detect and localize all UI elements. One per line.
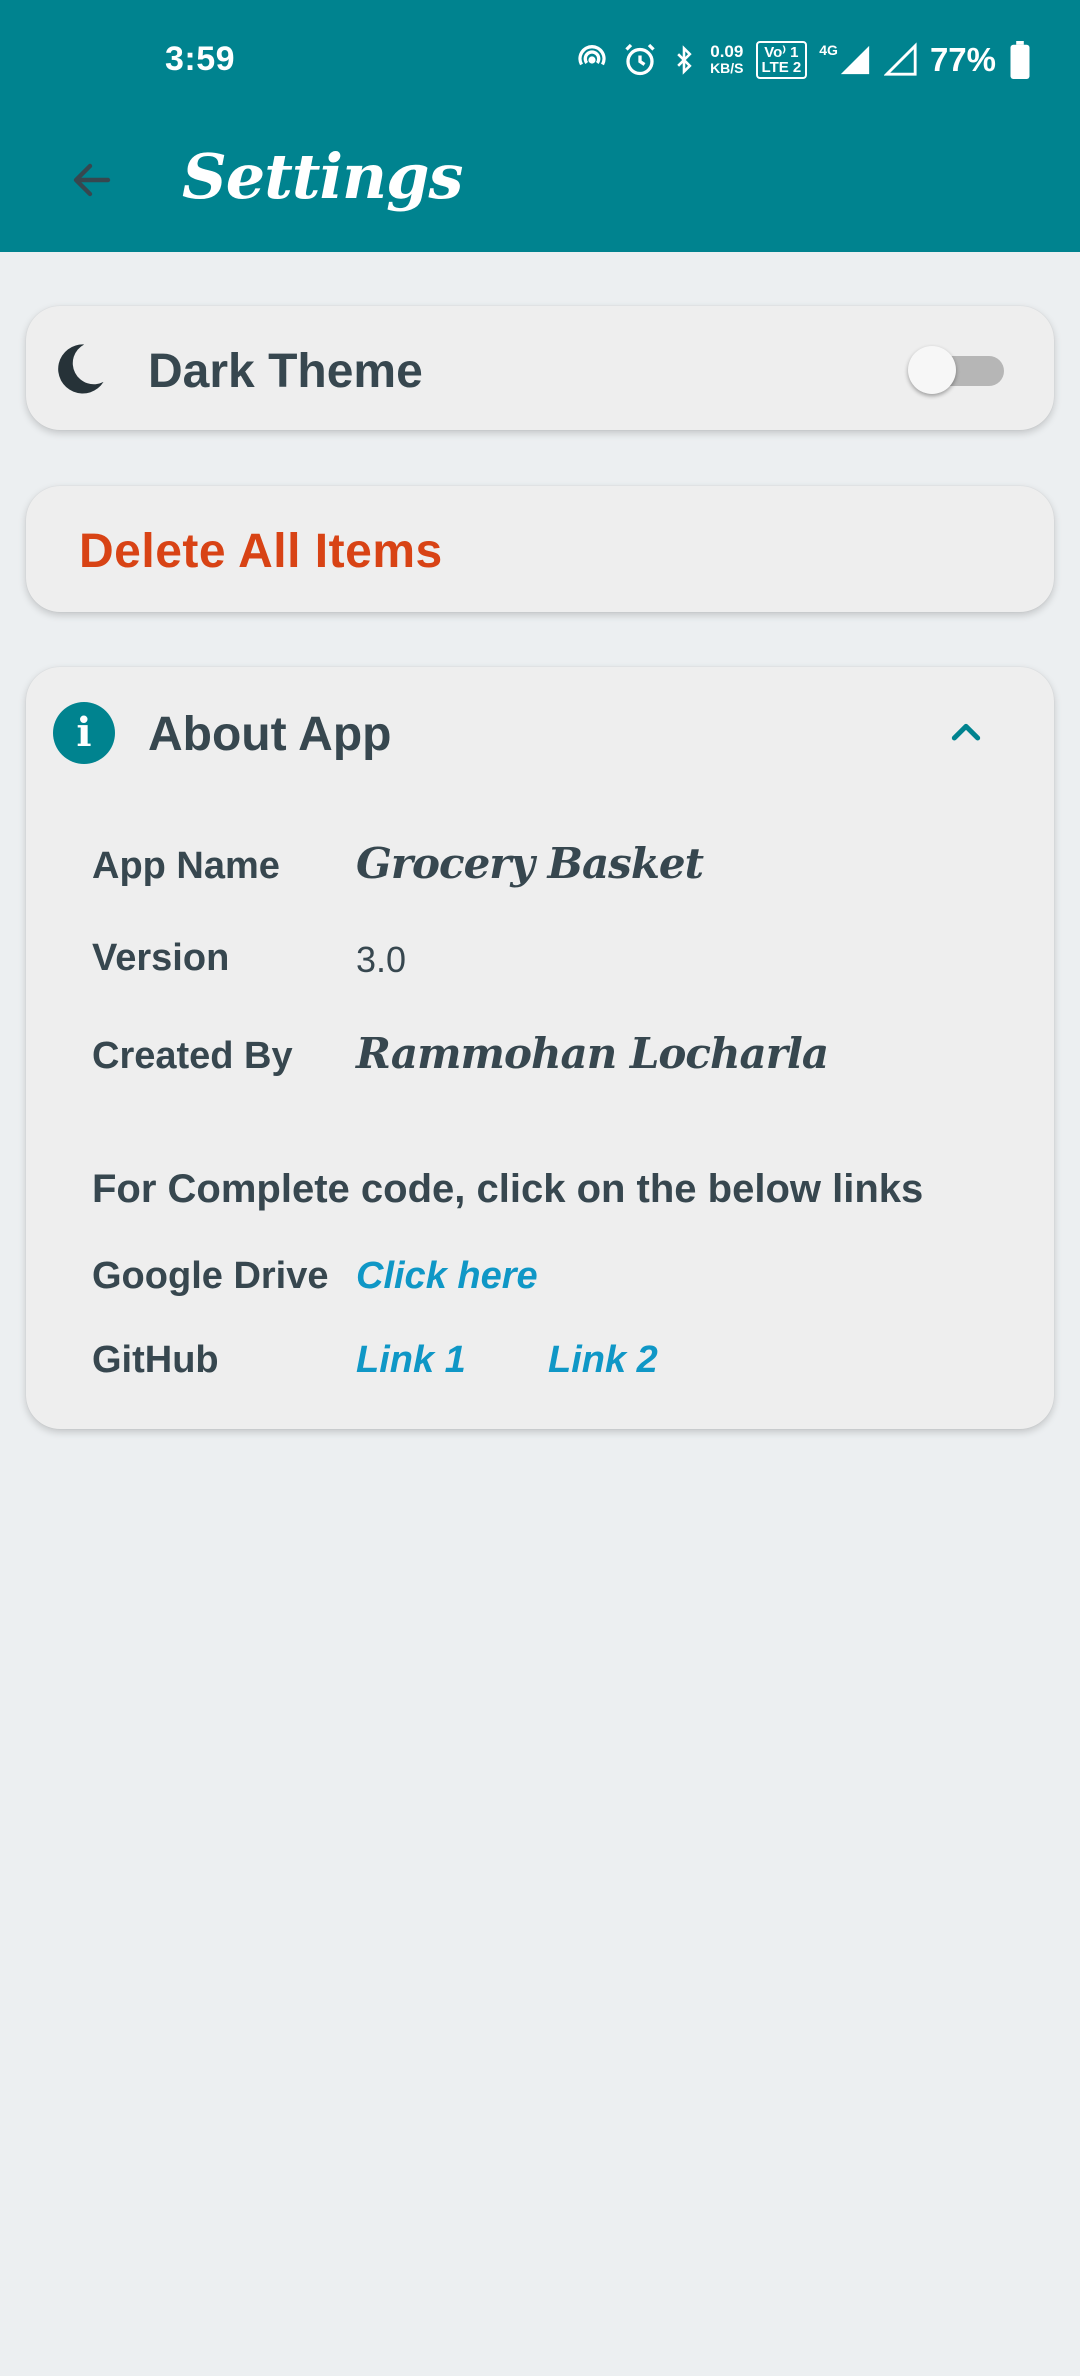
github-label: GitHub — [92, 1339, 219, 1381]
version-label: Version — [92, 937, 230, 979]
google-drive-label: Google Drive — [92, 1255, 329, 1297]
code-heading: For Complete code, click on the below li… — [92, 1167, 924, 1211]
arrow-left-icon — [73, 163, 111, 197]
app-name-value: Grocery Basket — [356, 839, 704, 888]
dark-theme-label: Dark Theme — [148, 345, 423, 398]
collapse-button[interactable] — [934, 709, 998, 757]
battery-icon — [1010, 41, 1030, 79]
chevron-up-icon — [951, 723, 981, 741]
battery-percent: 77% — [929, 41, 996, 78]
github-link-2[interactable]: Link 2 — [548, 1339, 658, 1382]
version-value: 3.0 — [356, 939, 407, 980]
status-icons: 0.09 KB/S Vo⁾ 1 LTE 2 4G 77% — [574, 36, 1032, 84]
back-button[interactable] — [60, 148, 124, 212]
info-icon: i — [53, 702, 115, 764]
alarm-icon — [625, 43, 655, 76]
signal-icon — [840, 45, 870, 75]
app-bar: 3:59 0.09 KB/S Vo⁾ 1 LTE 2 4G 77% Settin… — [0, 0, 1080, 252]
github-link-1[interactable]: Link 1 — [356, 1339, 466, 1382]
about-app-title: About App — [148, 708, 392, 761]
bluetooth-icon — [677, 45, 692, 75]
page-title: Settings — [182, 140, 463, 213]
delete-all-items-button[interactable]: Delete All Items — [26, 486, 1054, 612]
app-name-label: App Name — [92, 845, 280, 887]
moon-icon — [58, 344, 104, 394]
signal-icon-2 — [883, 42, 917, 76]
dark-theme-card: Dark Theme — [26, 306, 1054, 430]
google-drive-link[interactable]: Click here — [356, 1255, 538, 1298]
hotspot-icon — [578, 45, 606, 66]
toggle-thumb — [908, 346, 956, 394]
created-by-value: Rammohan Locharla — [356, 1029, 829, 1078]
net-speed: 0.09 KB/S — [710, 42, 744, 76]
delete-all-items-label: Delete All Items — [79, 525, 443, 578]
volte-badge: Vo⁾ 1 LTE 2 — [755, 41, 808, 79]
created-by-label: Created By — [92, 1035, 293, 1077]
dark-theme-toggle[interactable] — [902, 342, 1012, 396]
status-bar: 3:59 0.09 KB/S Vo⁾ 1 LTE 2 4G 77% — [0, 0, 1080, 120]
status-time: 3:59 — [165, 40, 236, 78]
about-app-card: i About App App Name Grocery Basket Vers… — [26, 667, 1054, 1429]
signal-4g: 4G — [819, 42, 872, 78]
